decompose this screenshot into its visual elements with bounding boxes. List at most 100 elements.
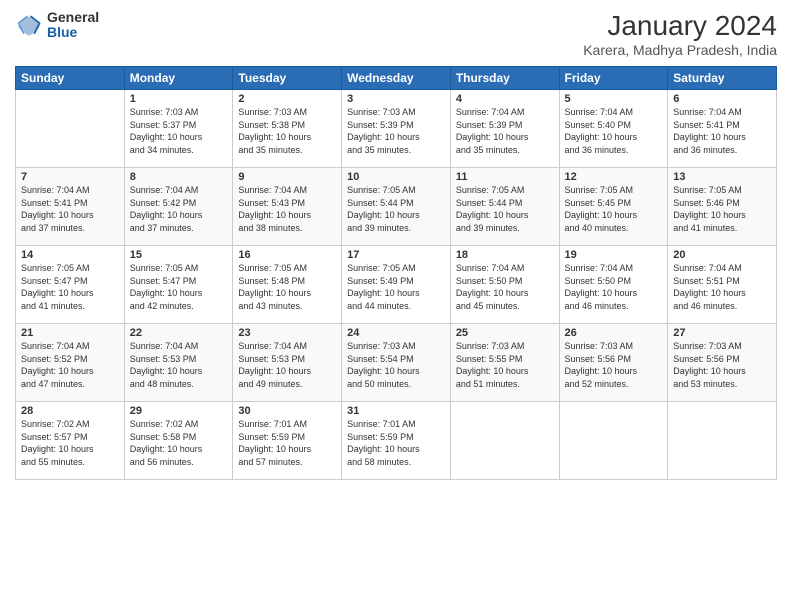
week-row-5: 28Sunrise: 7:02 AMSunset: 5:57 PMDayligh… <box>16 402 777 480</box>
week-row-4: 21Sunrise: 7:04 AMSunset: 5:52 PMDayligh… <box>16 324 777 402</box>
page: General Blue January 2024 Karera, Madhya… <box>0 0 792 612</box>
day-cell: 22Sunrise: 7:04 AMSunset: 5:53 PMDayligh… <box>124 324 233 402</box>
day-number: 22 <box>130 327 228 339</box>
day-number: 12 <box>565 171 663 183</box>
day-number: 30 <box>238 405 336 417</box>
day-info: Sunrise: 7:04 AMSunset: 5:41 PMDaylight:… <box>673 106 771 156</box>
logo-blue-text: Blue <box>47 25 99 40</box>
day-cell: 26Sunrise: 7:03 AMSunset: 5:56 PMDayligh… <box>559 324 668 402</box>
day-cell: 23Sunrise: 7:04 AMSunset: 5:53 PMDayligh… <box>233 324 342 402</box>
day-info: Sunrise: 7:05 AMSunset: 5:47 PMDaylight:… <box>21 262 119 312</box>
day-info: Sunrise: 7:04 AMSunset: 5:53 PMDaylight:… <box>238 340 336 390</box>
day-cell: 10Sunrise: 7:05 AMSunset: 5:44 PMDayligh… <box>342 168 451 246</box>
day-info: Sunrise: 7:03 AMSunset: 5:54 PMDaylight:… <box>347 340 445 390</box>
day-cell: 11Sunrise: 7:05 AMSunset: 5:44 PMDayligh… <box>450 168 559 246</box>
day-number: 11 <box>456 171 554 183</box>
day-info: Sunrise: 7:04 AMSunset: 5:53 PMDaylight:… <box>130 340 228 390</box>
day-info: Sunrise: 7:04 AMSunset: 5:52 PMDaylight:… <box>21 340 119 390</box>
day-cell: 21Sunrise: 7:04 AMSunset: 5:52 PMDayligh… <box>16 324 125 402</box>
day-info: Sunrise: 7:05 AMSunset: 5:44 PMDaylight:… <box>347 184 445 234</box>
day-number: 7 <box>21 171 119 183</box>
day-info: Sunrise: 7:01 AMSunset: 5:59 PMDaylight:… <box>347 418 445 468</box>
day-cell: 20Sunrise: 7:04 AMSunset: 5:51 PMDayligh… <box>668 246 777 324</box>
week-row-1: 1Sunrise: 7:03 AMSunset: 5:37 PMDaylight… <box>16 90 777 168</box>
day-cell: 12Sunrise: 7:05 AMSunset: 5:45 PMDayligh… <box>559 168 668 246</box>
subtitle: Karera, Madhya Pradesh, India <box>583 42 777 58</box>
day-info: Sunrise: 7:05 AMSunset: 5:46 PMDaylight:… <box>673 184 771 234</box>
day-number: 23 <box>238 327 336 339</box>
month-title: January 2024 <box>583 10 777 42</box>
title-block: January 2024 Karera, Madhya Pradesh, Ind… <box>583 10 777 58</box>
day-cell: 3Sunrise: 7:03 AMSunset: 5:39 PMDaylight… <box>342 90 451 168</box>
day-number: 24 <box>347 327 445 339</box>
day-info: Sunrise: 7:04 AMSunset: 5:41 PMDaylight:… <box>21 184 119 234</box>
day-cell: 17Sunrise: 7:05 AMSunset: 5:49 PMDayligh… <box>342 246 451 324</box>
day-info: Sunrise: 7:04 AMSunset: 5:51 PMDaylight:… <box>673 262 771 312</box>
day-info: Sunrise: 7:05 AMSunset: 5:48 PMDaylight:… <box>238 262 336 312</box>
day-number: 4 <box>456 93 554 105</box>
day-cell: 2Sunrise: 7:03 AMSunset: 5:38 PMDaylight… <box>233 90 342 168</box>
day-number: 16 <box>238 249 336 261</box>
day-cell: 24Sunrise: 7:03 AMSunset: 5:54 PMDayligh… <box>342 324 451 402</box>
day-cell: 9Sunrise: 7:04 AMSunset: 5:43 PMDaylight… <box>233 168 342 246</box>
day-info: Sunrise: 7:04 AMSunset: 5:43 PMDaylight:… <box>238 184 336 234</box>
day-cell: 28Sunrise: 7:02 AMSunset: 5:57 PMDayligh… <box>16 402 125 480</box>
day-info: Sunrise: 7:03 AMSunset: 5:56 PMDaylight:… <box>565 340 663 390</box>
day-number: 28 <box>21 405 119 417</box>
calendar-table: SundayMondayTuesdayWednesdayThursdayFrid… <box>15 66 777 480</box>
day-cell: 5Sunrise: 7:04 AMSunset: 5:40 PMDaylight… <box>559 90 668 168</box>
week-row-2: 7Sunrise: 7:04 AMSunset: 5:41 PMDaylight… <box>16 168 777 246</box>
day-number: 17 <box>347 249 445 261</box>
day-number: 5 <box>565 93 663 105</box>
day-cell: 13Sunrise: 7:05 AMSunset: 5:46 PMDayligh… <box>668 168 777 246</box>
day-number: 31 <box>347 405 445 417</box>
day-info: Sunrise: 7:04 AMSunset: 5:50 PMDaylight:… <box>565 262 663 312</box>
day-number: 14 <box>21 249 119 261</box>
day-number: 26 <box>565 327 663 339</box>
header-cell-wednesday: Wednesday <box>342 67 451 90</box>
header-cell-monday: Monday <box>124 67 233 90</box>
day-number: 20 <box>673 249 771 261</box>
day-cell: 31Sunrise: 7:01 AMSunset: 5:59 PMDayligh… <box>342 402 451 480</box>
header-row: SundayMondayTuesdayWednesdayThursdayFrid… <box>16 67 777 90</box>
day-cell: 30Sunrise: 7:01 AMSunset: 5:59 PMDayligh… <box>233 402 342 480</box>
day-number: 3 <box>347 93 445 105</box>
day-number: 27 <box>673 327 771 339</box>
day-cell: 15Sunrise: 7:05 AMSunset: 5:47 PMDayligh… <box>124 246 233 324</box>
day-number: 6 <box>673 93 771 105</box>
day-info: Sunrise: 7:02 AMSunset: 5:58 PMDaylight:… <box>130 418 228 468</box>
header-cell-sunday: Sunday <box>16 67 125 90</box>
day-cell: 18Sunrise: 7:04 AMSunset: 5:50 PMDayligh… <box>450 246 559 324</box>
header-cell-friday: Friday <box>559 67 668 90</box>
day-cell: 29Sunrise: 7:02 AMSunset: 5:58 PMDayligh… <box>124 402 233 480</box>
day-info: Sunrise: 7:03 AMSunset: 5:56 PMDaylight:… <box>673 340 771 390</box>
day-info: Sunrise: 7:05 AMSunset: 5:44 PMDaylight:… <box>456 184 554 234</box>
day-cell: 7Sunrise: 7:04 AMSunset: 5:41 PMDaylight… <box>16 168 125 246</box>
day-number: 29 <box>130 405 228 417</box>
day-cell: 4Sunrise: 7:04 AMSunset: 5:39 PMDaylight… <box>450 90 559 168</box>
header-cell-tuesday: Tuesday <box>233 67 342 90</box>
day-info: Sunrise: 7:05 AMSunset: 5:49 PMDaylight:… <box>347 262 445 312</box>
day-number: 25 <box>456 327 554 339</box>
day-info: Sunrise: 7:04 AMSunset: 5:50 PMDaylight:… <box>456 262 554 312</box>
day-number: 21 <box>21 327 119 339</box>
day-info: Sunrise: 7:04 AMSunset: 5:39 PMDaylight:… <box>456 106 554 156</box>
day-info: Sunrise: 7:05 AMSunset: 5:47 PMDaylight:… <box>130 262 228 312</box>
logo-text: General Blue <box>47 10 99 41</box>
header-cell-thursday: Thursday <box>450 67 559 90</box>
day-info: Sunrise: 7:04 AMSunset: 5:42 PMDaylight:… <box>130 184 228 234</box>
day-info: Sunrise: 7:04 AMSunset: 5:40 PMDaylight:… <box>565 106 663 156</box>
day-number: 2 <box>238 93 336 105</box>
day-number: 10 <box>347 171 445 183</box>
day-cell <box>559 402 668 480</box>
day-cell: 25Sunrise: 7:03 AMSunset: 5:55 PMDayligh… <box>450 324 559 402</box>
week-row-3: 14Sunrise: 7:05 AMSunset: 5:47 PMDayligh… <box>16 246 777 324</box>
day-cell <box>668 402 777 480</box>
logo-general-text: General <box>47 10 99 25</box>
day-number: 9 <box>238 171 336 183</box>
header: General Blue January 2024 Karera, Madhya… <box>15 10 777 58</box>
day-number: 18 <box>456 249 554 261</box>
day-number: 1 <box>130 93 228 105</box>
header-cell-saturday: Saturday <box>668 67 777 90</box>
day-info: Sunrise: 7:05 AMSunset: 5:45 PMDaylight:… <box>565 184 663 234</box>
